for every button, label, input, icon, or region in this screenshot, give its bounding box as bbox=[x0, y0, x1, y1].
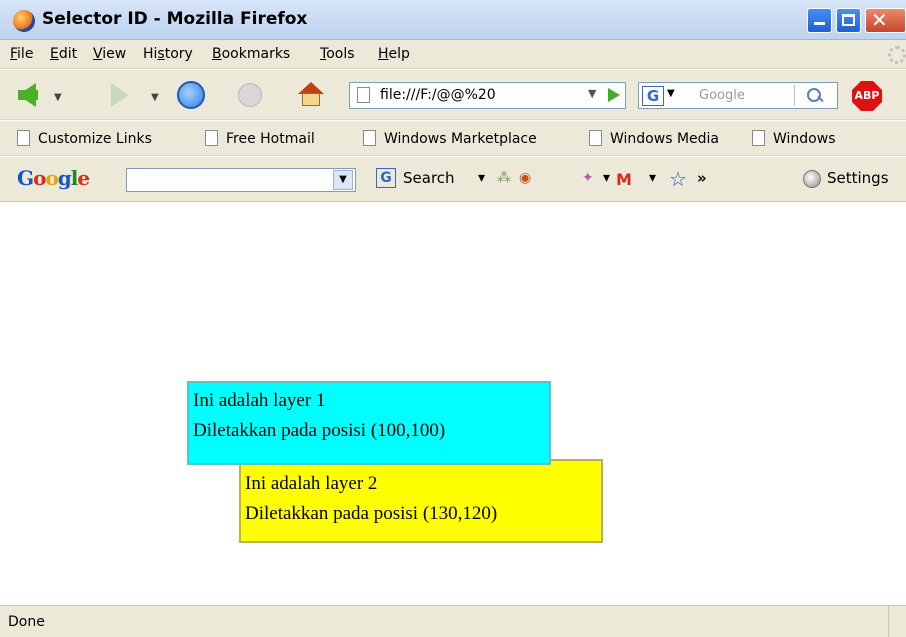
navigation-toolbar: ▼ ▼ file:///F:/@@%20 ▼ G ▼ Google ABP bbox=[0, 70, 906, 120]
menu-bookmarks[interactable]: Bookmarks bbox=[212, 46, 290, 62]
layer-2-line-1: Ini adalah layer 2 bbox=[245, 473, 378, 494]
layer-1: Ini adalah layer 1 Diletakkan pada posis… bbox=[187, 381, 551, 465]
layer-2-line-2: Diletakkan pada posisi (130,120) bbox=[245, 503, 498, 524]
autofill-dropdown[interactable]: ▾ bbox=[603, 170, 610, 186]
page-icon bbox=[752, 130, 765, 146]
status-divider bbox=[888, 606, 889, 637]
menu-tools[interactable]: Tools bbox=[320, 46, 355, 62]
title-bar: Selector ID - Mozilla Firefox ✕ bbox=[0, 0, 906, 40]
menu-history[interactable]: History bbox=[143, 46, 193, 62]
maximize-icon bbox=[842, 14, 855, 26]
minimize-button[interactable] bbox=[807, 8, 832, 33]
autofill-icon[interactable]: ✦ bbox=[582, 170, 594, 186]
google-logo[interactable]: Google bbox=[17, 166, 90, 190]
popup-blocker-icon[interactable]: ◉ bbox=[519, 170, 531, 186]
url-text[interactable]: file:///F:/@@%20 bbox=[380, 87, 496, 103]
url-bar[interactable]: file:///F:/@@%20 ▼ bbox=[349, 82, 626, 109]
search-placeholder[interactable]: Google bbox=[699, 88, 745, 103]
close-icon: ✕ bbox=[871, 8, 888, 32]
google-search-button[interactable]: Search bbox=[403, 169, 455, 187]
gmail-dropdown[interactable]: ▾ bbox=[649, 170, 656, 186]
reload-icon[interactable] bbox=[177, 81, 205, 109]
layer-1-line-2: Diletakkan pada posisi (100,100) bbox=[193, 420, 446, 441]
google-g-icon[interactable]: G bbox=[376, 168, 396, 188]
layer-1-line-1: Ini adalah layer 1 bbox=[193, 390, 326, 411]
layer-2: Ini adalah layer 2 Diletakkan pada posis… bbox=[239, 459, 603, 543]
settings-icon[interactable] bbox=[803, 170, 821, 188]
bookmark-customize-links[interactable]: Customize Links bbox=[17, 130, 152, 147]
back-arrow-icon[interactable] bbox=[18, 83, 38, 107]
status-bar: Done bbox=[0, 605, 906, 637]
gmail-icon[interactable]: M bbox=[616, 170, 632, 189]
bookmark-windows-media[interactable]: Windows Media bbox=[589, 130, 719, 147]
maximize-button[interactable] bbox=[836, 8, 861, 33]
more-tools-button[interactable]: » bbox=[697, 169, 707, 187]
search-dropdown-arrow[interactable]: ▾ bbox=[478, 170, 485, 186]
go-icon[interactable] bbox=[608, 88, 620, 102]
close-button[interactable]: ✕ bbox=[865, 8, 906, 33]
throbber-icon bbox=[888, 46, 906, 64]
bookmark-star-icon[interactable]: ☆ bbox=[669, 167, 687, 191]
bookmark-windows[interactable]: Windows bbox=[752, 130, 836, 147]
magnifier-icon[interactable] bbox=[794, 85, 832, 106]
home-icon[interactable] bbox=[298, 82, 324, 106]
search-engine-dropdown[interactable]: ▼ bbox=[667, 88, 675, 99]
adblock-icon[interactable]: ABP bbox=[852, 81, 882, 111]
google-search-input[interactable] bbox=[126, 168, 356, 192]
google-g-icon[interactable]: G bbox=[642, 86, 664, 106]
url-dropdown[interactable]: ▼ bbox=[588, 87, 596, 100]
google-search-dropdown[interactable]: ▼ bbox=[333, 170, 353, 190]
menu-help[interactable]: Help bbox=[378, 46, 410, 62]
page-icon bbox=[363, 130, 376, 146]
minimize-icon bbox=[814, 22, 825, 25]
stop-icon[interactable] bbox=[238, 83, 262, 107]
status-text: Done bbox=[8, 614, 45, 630]
forward-history-dropdown[interactable]: ▼ bbox=[151, 92, 159, 103]
back-history-dropdown[interactable]: ▼ bbox=[54, 92, 62, 103]
google-toolbar: Google ▼ G Search ▾ ⁂ ◉ ✦ ▾ M ▾ ☆ » Sett… bbox=[0, 157, 906, 202]
pagerank-icon[interactable]: ⁂ bbox=[497, 170, 511, 186]
page-icon bbox=[205, 130, 218, 146]
page-icon bbox=[17, 130, 30, 146]
page-content: Ini adalah layer 1 Diletakkan pada posis… bbox=[0, 203, 906, 605]
forward-arrow-icon[interactable] bbox=[111, 83, 129, 107]
menu-bar: File Edit View History Bookmarks Tools H… bbox=[0, 40, 906, 69]
page-icon bbox=[589, 130, 602, 146]
menu-file[interactable]: File bbox=[10, 46, 33, 62]
bookmarks-toolbar: Customize Links Free Hotmail Windows Mar… bbox=[0, 121, 906, 156]
bookmark-windows-marketplace[interactable]: Windows Marketplace bbox=[363, 130, 537, 147]
settings-button[interactable]: Settings bbox=[827, 169, 889, 187]
bookmark-free-hotmail[interactable]: Free Hotmail bbox=[205, 130, 315, 147]
page-icon bbox=[357, 87, 370, 103]
menu-edit[interactable]: Edit bbox=[50, 46, 77, 62]
search-box[interactable]: G ▼ Google bbox=[638, 82, 838, 109]
menu-view[interactable]: View bbox=[93, 46, 126, 62]
window-title: Selector ID - Mozilla Firefox bbox=[42, 9, 308, 29]
firefox-icon bbox=[13, 10, 35, 32]
